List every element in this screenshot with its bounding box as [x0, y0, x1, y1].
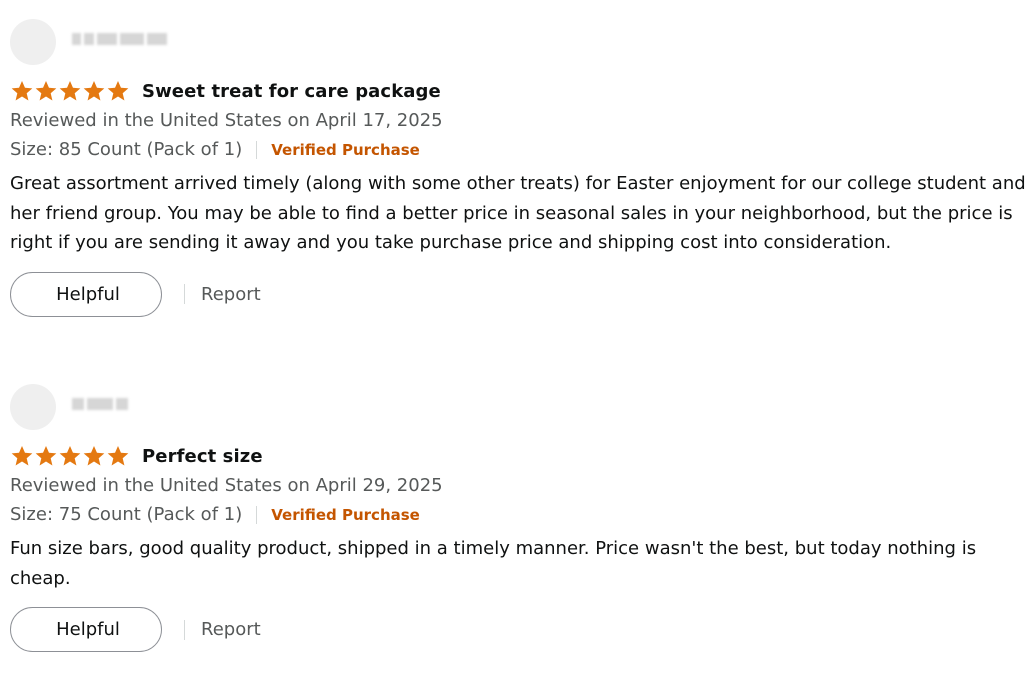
divider [256, 506, 258, 524]
review-body: Great assortment arrived timely (along w… [10, 173, 1026, 253]
reviewer-profile[interactable] [10, 19, 1030, 65]
star-icon [35, 80, 57, 101]
verified-purchase-badge: Verified Purchase [271, 506, 420, 524]
helpful-button[interactable]: Helpful [10, 607, 162, 652]
review-title[interactable]: Perfect size [142, 446, 263, 467]
star-icon [107, 80, 129, 101]
star-rating[interactable] [10, 80, 130, 102]
review-date: Reviewed in the United States on April 2… [10, 475, 443, 496]
avatar[interactable] [10, 384, 56, 430]
reviewer-name-redacted[interactable] [72, 33, 167, 47]
review-title[interactable]: Sweet treat for care package [142, 81, 441, 102]
report-link[interactable]: Report [201, 619, 261, 640]
star-icon [83, 80, 105, 101]
review-body: Fun size bars, good quality product, shi… [10, 538, 977, 589]
review-date: Reviewed in the United States on April 1… [10, 110, 443, 131]
divider [184, 619, 185, 640]
review-variant-row: Size: 85 Count (Pack of 1) Verified Purc… [10, 137, 1030, 163]
review-title-row: Sweet treat for care package [10, 76, 1030, 106]
star-rating[interactable] [10, 445, 130, 467]
reviewer-name-redacted[interactable] [72, 398, 128, 412]
avatar[interactable] [10, 19, 56, 65]
review-actions: Helpful Report [10, 607, 1030, 652]
review-actions: Helpful Report [10, 271, 1030, 317]
review-card: Sweet treat for care package Reviewed in… [10, 19, 1030, 317]
star-icon [107, 445, 129, 466]
star-icon [11, 445, 33, 466]
star-icon [59, 445, 81, 466]
verified-purchase-badge: Verified Purchase [271, 141, 420, 159]
review-title-row: Perfect size [10, 441, 1030, 471]
helpful-button[interactable]: Helpful [10, 271, 162, 317]
star-icon [11, 80, 33, 101]
product-size[interactable]: Size: 85 Count (Pack of 1) [10, 137, 242, 163]
divider [256, 141, 258, 159]
star-icon [83, 445, 105, 466]
review-card: Perfect size Reviewed in the United Stat… [10, 384, 1030, 652]
star-icon [59, 80, 81, 101]
report-link[interactable]: Report [201, 284, 261, 305]
review-variant-row: Size: 75 Count (Pack of 1) Verified Purc… [10, 502, 1030, 528]
divider [184, 284, 185, 304]
star-icon [35, 445, 57, 466]
product-size[interactable]: Size: 75 Count (Pack of 1) [10, 502, 242, 528]
reviewer-profile[interactable] [10, 384, 1030, 430]
